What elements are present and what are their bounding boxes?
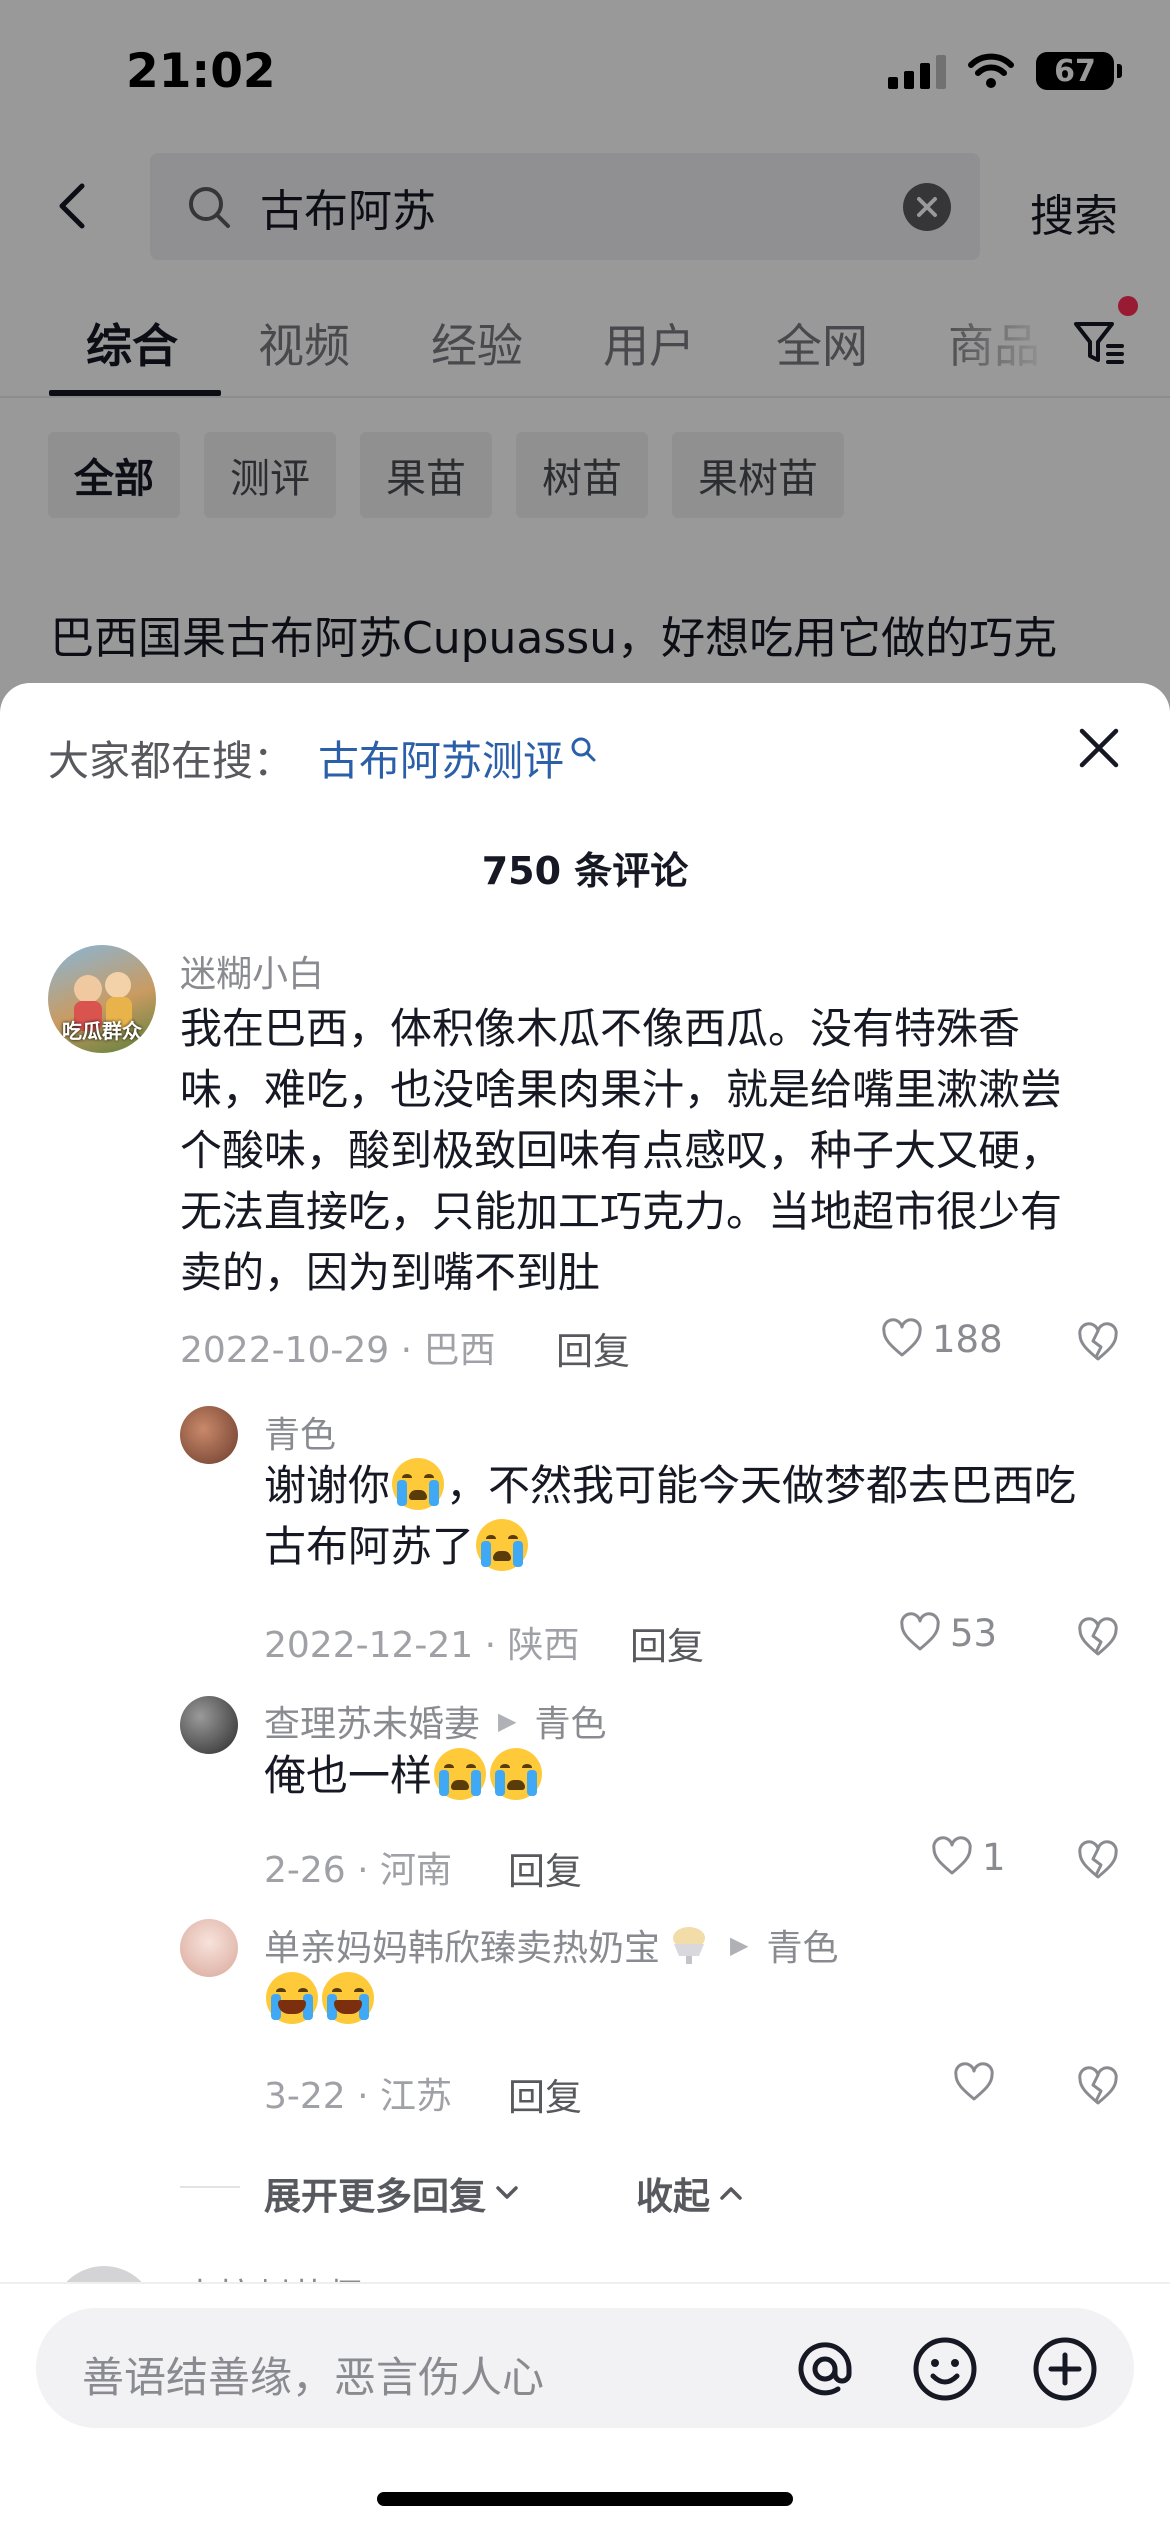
reply-button[interactable]: 回复 [508, 2067, 582, 2121]
add-icon[interactable] [1030, 2334, 1100, 2404]
reply-button[interactable]: 回复 [630, 1616, 704, 1670]
reply-text: 俺也一样 [264, 1745, 1114, 1806]
collapse-replies-button[interactable]: 收起 [636, 2166, 746, 2220]
avatar[interactable]: 吃瓜群众 [48, 945, 156, 1053]
close-icon[interactable] [1076, 725, 1122, 771]
comment-text: 我在巴西，体积像木瓜不像西瓜。没有特殊香味，难吃，也没啥果肉果汁，就是给嘴里漱漱… [180, 1004, 1063, 1297]
divider [180, 2186, 240, 2188]
at-mention-icon[interactable] [790, 2334, 860, 2404]
hot-search-label: 大家都在搜： [48, 737, 294, 785]
like-button[interactable]: 53 [898, 1611, 997, 1655]
home-indicator[interactable] [377, 2492, 793, 2506]
like-button[interactable]: 188 [880, 1317, 1003, 1361]
comment-meta: 2022-10-29 · 巴西 [180, 1330, 496, 1371]
collapse-label: 收起 [636, 2175, 710, 2218]
reply-to-username[interactable]: 青色 [766, 1919, 838, 1971]
reply-button[interactable]: 回复 [508, 1841, 582, 1895]
heart-icon [882, 1318, 922, 1357]
username[interactable]: 单亲妈妈韩欣臻卖热奶宝 [264, 1919, 660, 1971]
reply-username[interactable]: 青色 [264, 1406, 336, 1458]
crying-emoji-icon [434, 1748, 487, 1800]
like-button[interactable]: 1 [930, 1835, 1006, 1879]
like-count: 53 [950, 1611, 998, 1655]
comment-input-placeholder: 善语结善缘，恶言伤人心 [82, 2353, 545, 2402]
reply-meta: 2-26 · 河南 [264, 1850, 453, 1891]
comment-username[interactable]: 迷糊小白 [180, 945, 324, 997]
like-button[interactable] [952, 2061, 996, 2105]
avatar[interactable] [180, 1406, 238, 1464]
reply-to-username[interactable]: 青色 [534, 1695, 606, 1747]
avatar[interactable] [180, 1919, 238, 1977]
reply-username[interactable]: 单亲妈妈韩欣臻卖热奶宝 ▶ 青色 [264, 1919, 839, 1971]
reply-username[interactable]: 查理苏未婚妻 ▶ 青色 [264, 1695, 607, 1747]
reply-text-part: 俺也一样 [264, 1751, 433, 1800]
reply-button[interactable]: 回复 [556, 1321, 630, 1375]
dislike-icon[interactable] [1076, 2065, 1120, 2109]
username[interactable]: 迷糊小白 [180, 945, 324, 997]
crying-emoji-icon [476, 1519, 529, 1571]
comment-count: 750 条评论 [481, 849, 689, 893]
reply-text: 谢谢你 ，不然我可能今天做梦都去巴西吃古布阿苏了 [264, 1455, 1114, 1577]
heart-icon [900, 1612, 940, 1651]
dislike-icon[interactable] [1076, 1616, 1120, 1660]
reply-text-part: 谢谢你 [264, 1461, 391, 1510]
heart-icon [954, 2062, 994, 2101]
like-count: 188 [932, 1317, 1003, 1361]
username[interactable]: 青色 [264, 1406, 336, 1458]
chevron-up-icon [720, 2187, 742, 2200]
reply-meta: 3-22 · 江苏 [264, 2076, 453, 2117]
avatar[interactable] [180, 1696, 238, 1754]
dislike-icon[interactable] [1076, 1839, 1120, 1883]
hot-search-link[interactable]: 古布阿苏测评 [318, 727, 564, 787]
emoji-icon[interactable] [910, 2334, 980, 2404]
reply-text [264, 1969, 1114, 2030]
laughing-tears-emoji-icon [266, 1972, 318, 2024]
dislike-icon[interactable] [1076, 1321, 1120, 1365]
crying-emoji-icon [392, 1458, 445, 1510]
username[interactable]: 查理苏未婚妻 [264, 1695, 480, 1747]
laughing-tears-emoji-icon [322, 1972, 374, 2024]
expand-replies-label: 展开更多回复 [264, 2175, 486, 2218]
comment-input[interactable]: 善语结善缘，恶言伤人心 [36, 2308, 1134, 2428]
heart-icon [932, 1836, 972, 1875]
reply-meta: 2022-12-21 · 陕西 [264, 1625, 580, 1666]
avatar-caption: 吃瓜群众 [62, 1019, 142, 1043]
expand-replies-button[interactable]: 展开更多回复 [264, 2166, 522, 2220]
hot-search: 大家都在搜： 古布阿苏测评 [48, 727, 598, 787]
chevron-down-icon [496, 2186, 518, 2199]
reply-arrow-icon: ▶ [498, 1707, 517, 1735]
comment-input-bar: 善语结善缘，恶言伤人心 [0, 2282, 1170, 2532]
reply-arrow-icon: ▶ [730, 1931, 749, 1959]
search-icon [571, 737, 596, 762]
ice-cream-icon [673, 1927, 706, 1964]
comments-sheet: 大家都在搜： 古布阿苏测评 750 条评论 吃瓜群众 迷糊小白 我在巴西，体积像… [0, 683, 1170, 2532]
like-count: 1 [982, 1835, 1006, 1879]
crying-emoji-icon [490, 1748, 543, 1800]
